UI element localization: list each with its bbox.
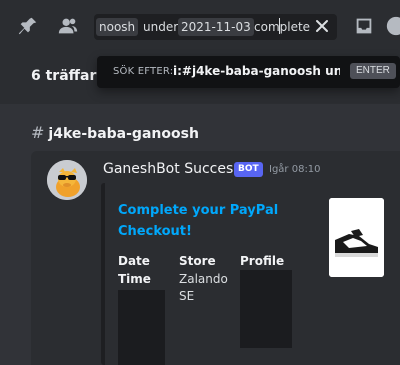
embed-field-name-profile: Profile: [240, 254, 285, 268]
pinned-messages-button[interactable]: [15, 13, 41, 39]
avatar[interactable]: [47, 160, 87, 200]
channel-name: j4ke-baba-ganoosh: [48, 126, 199, 142]
member-list-button[interactable]: [55, 13, 81, 39]
autocomplete-label: SÖK EFTER:: [113, 66, 174, 77]
help-button[interactable]: [383, 13, 400, 39]
search-query-token[interactable]: noosh: [96, 18, 139, 36]
message-timestamp: Igår 08:10: [269, 164, 321, 175]
close-icon: [316, 20, 328, 32]
help-icon: [386, 16, 400, 36]
embed-accent-bar: [101, 183, 105, 365]
clear-search-button[interactable]: [313, 17, 331, 35]
search-autocomplete-popout[interactable]: SÖK EFTER: i:#j4ke-baba-ganoosh un... EN…: [97, 56, 400, 88]
inbox-button[interactable]: [351, 13, 377, 39]
embed-field-name-date-time: Date Time: [118, 254, 151, 286]
bot-badge: BOT: [234, 162, 263, 177]
search-box[interactable]: noosh under: 2021-11-03 complete: [94, 14, 337, 40]
members-icon: [58, 18, 78, 34]
sneaker-image: [329, 198, 384, 277]
bot-avatar-icon: [47, 160, 87, 200]
search-filter-value[interactable]: 2021-11-03: [178, 18, 254, 36]
inbox-icon: [356, 18, 372, 34]
redaction-block-profile: [240, 270, 292, 348]
redaction-block-date-time: [118, 290, 165, 365]
embed-field-value-store: Zalando SE: [179, 272, 228, 303]
result-channel-heading[interactable]: # j4ke-baba-ganoosh: [31, 123, 199, 142]
embed-thumbnail[interactable]: [329, 198, 384, 277]
autocomplete-suggestion[interactable]: i:#j4ke-baba-ganoosh un...: [173, 64, 340, 78]
results-count: 6 träffar: [31, 68, 97, 84]
channel-hash-icon: #: [31, 123, 45, 142]
embed-title-link[interactable]: Complete your PayPal Checkout!: [118, 200, 308, 242]
enter-key-hint: ENTER: [350, 63, 396, 79]
pin-icon: [18, 17, 37, 35]
search-typed-text: complete: [254, 20, 311, 34]
embed-field-name-store: Store: [179, 254, 216, 268]
message-author[interactable]: GaneshBot Success: [103, 161, 241, 177]
text-caret: [279, 18, 280, 34]
